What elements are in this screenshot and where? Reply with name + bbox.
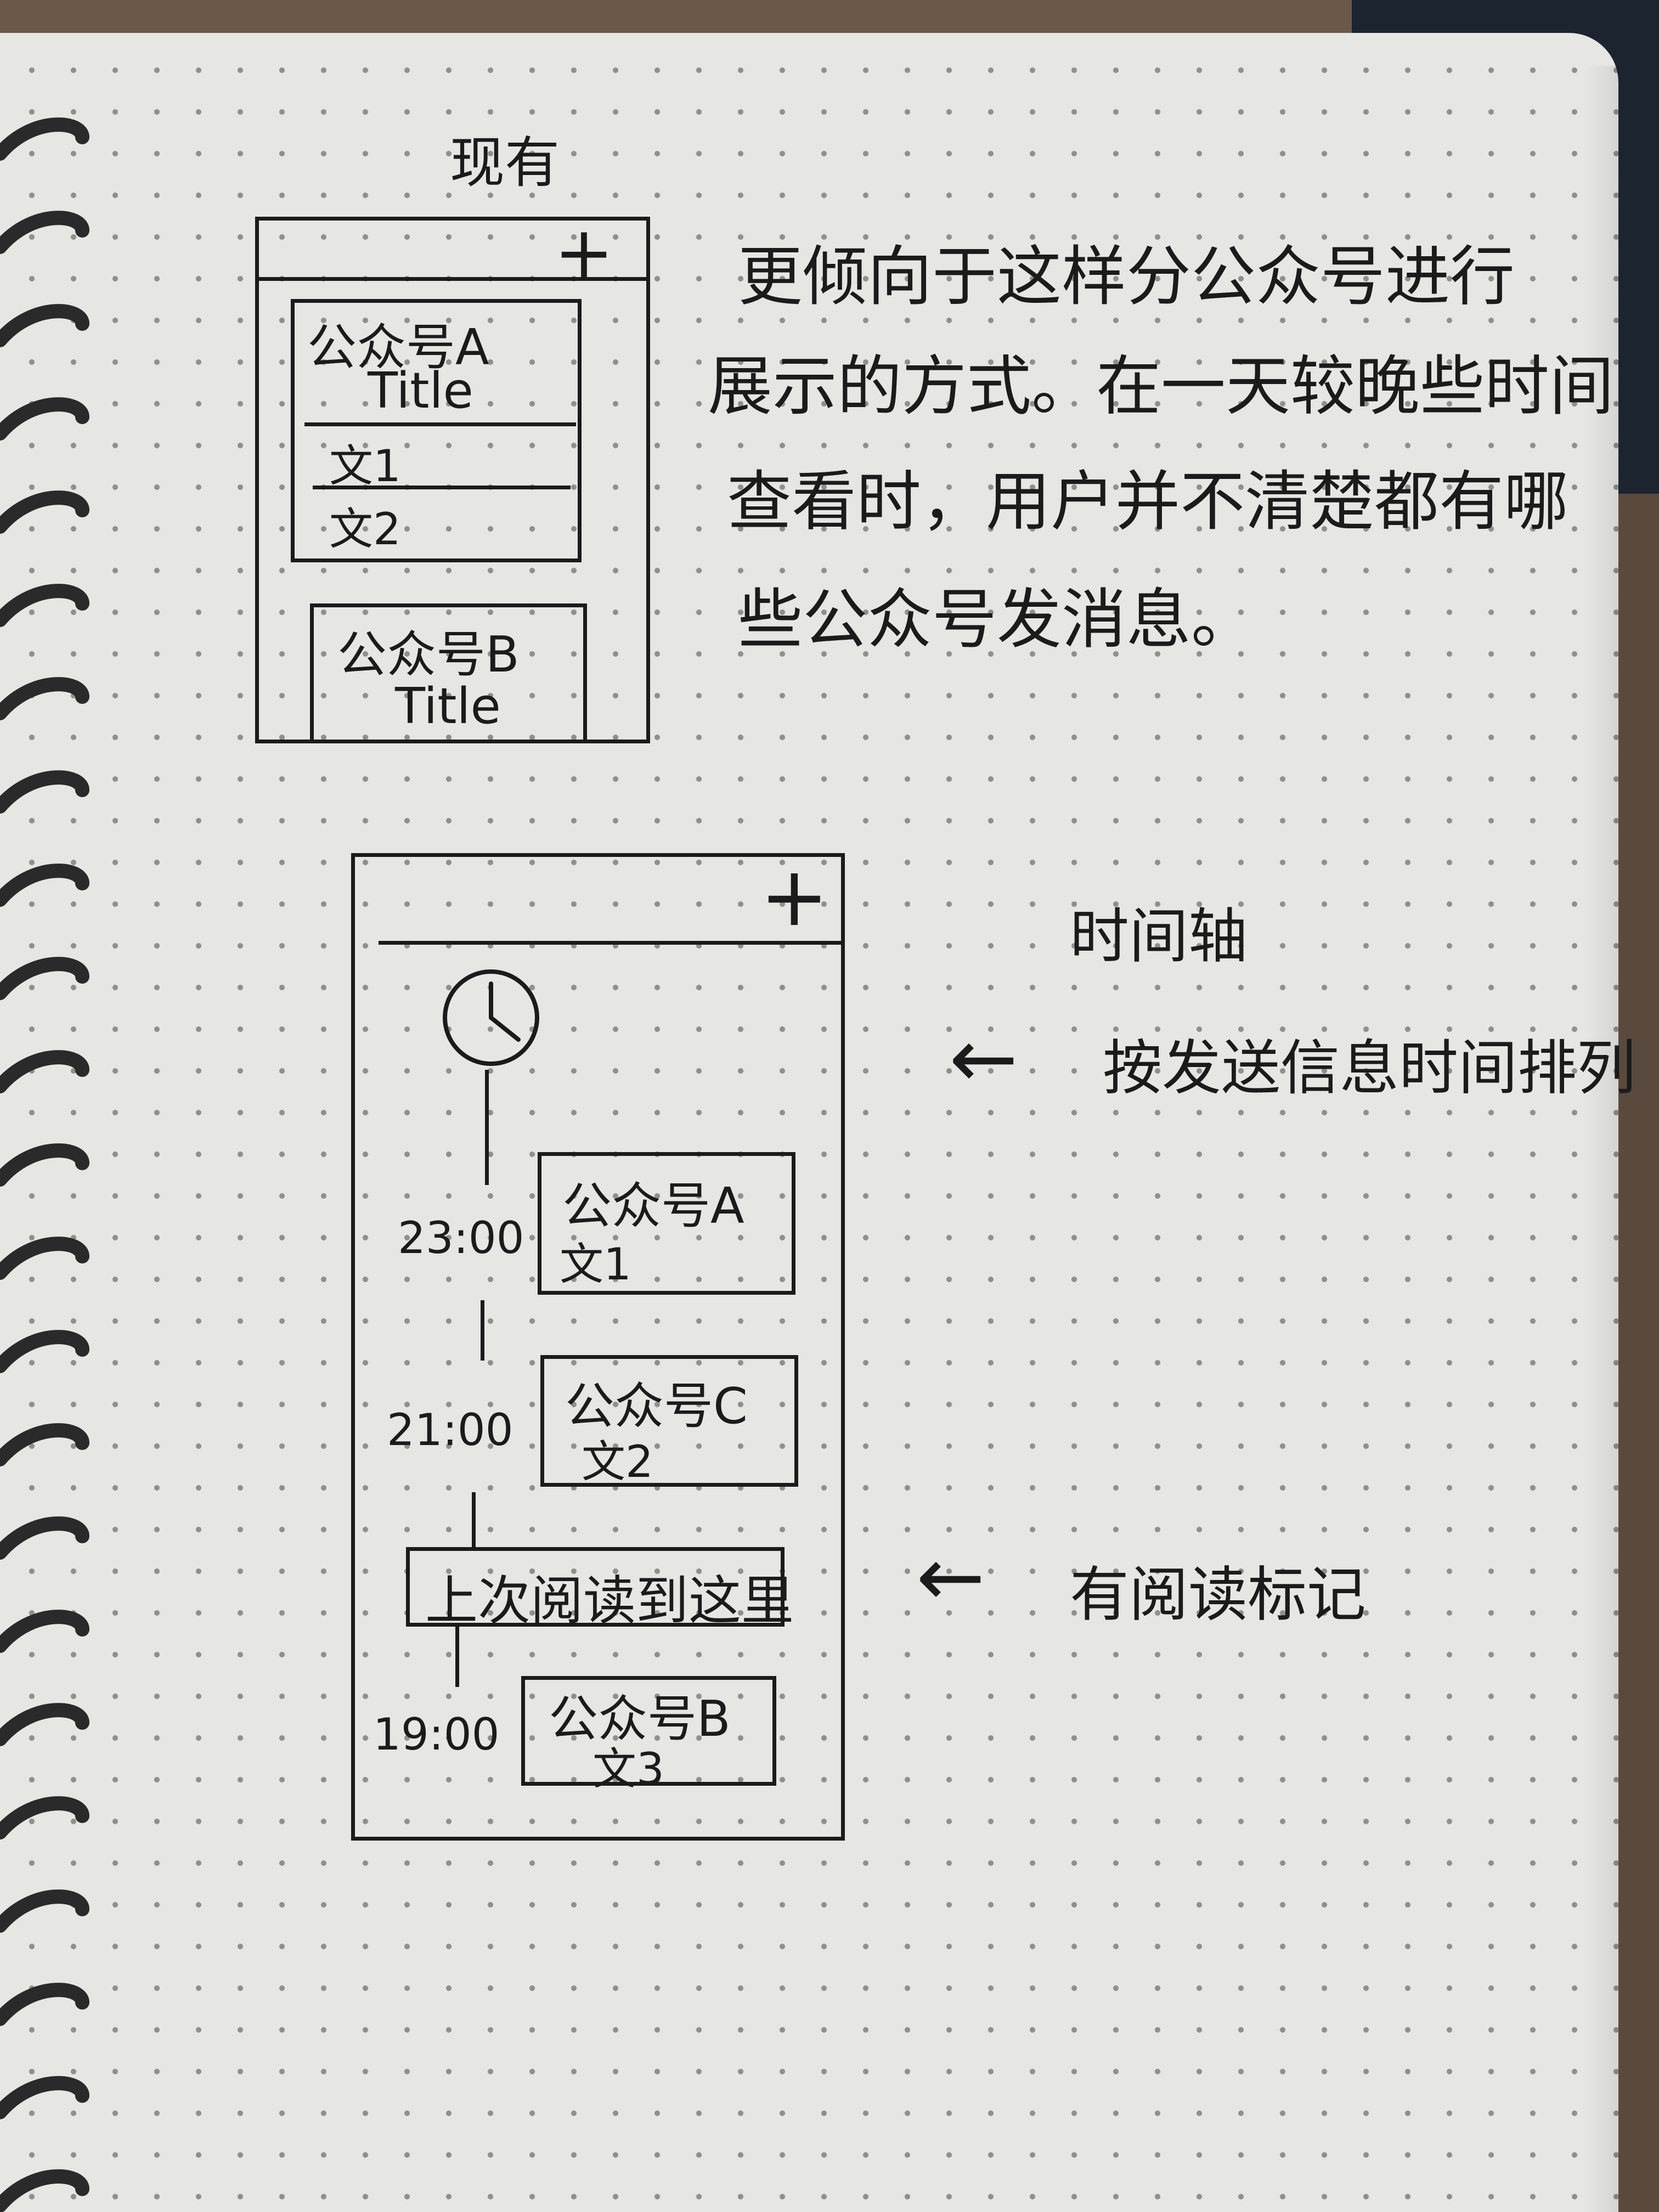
spiral-ring xyxy=(0,1703,89,1746)
description-line-2: 展示的方式。在一天较晚些时间 xyxy=(708,348,1615,424)
spiral-ring xyxy=(0,2169,89,2212)
annotation-arrow-1: ← xyxy=(949,1011,1018,1107)
spiral-ring xyxy=(0,211,89,254)
timeline-time-2: 21:00 xyxy=(387,1404,514,1455)
top-card-a-divider xyxy=(304,422,576,426)
description-line-1: 更倾向于这样分公众号进行 xyxy=(738,239,1515,314)
spiral-ring xyxy=(0,1237,89,1280)
timeline-axis-segment-2 xyxy=(481,1300,484,1361)
spiral-ring xyxy=(0,1796,89,1839)
spiral-ring xyxy=(0,1516,89,1560)
spiral-ring xyxy=(0,397,89,441)
spiral-ring xyxy=(0,677,89,720)
timeline-axis-segment-4 xyxy=(455,1627,459,1687)
spiral-ring xyxy=(0,304,89,347)
top-plus-icon: + xyxy=(554,211,614,294)
spiral-ring xyxy=(0,770,89,814)
top-card-a-item-2: 文2 xyxy=(329,504,401,555)
spiral-ring xyxy=(0,957,89,1000)
annotation-sort-note: 按发送信息时间排列 xyxy=(1103,1034,1637,1103)
annotation-timeline-label: 时间轴 xyxy=(1070,902,1248,971)
spiral-ring xyxy=(0,1889,89,1933)
timeline-axis-segment-3 xyxy=(472,1492,476,1547)
spiral-ring xyxy=(0,117,89,161)
top-card-a-item-1: 文1 xyxy=(329,441,401,492)
spiral-ring xyxy=(0,1983,89,2026)
description-line-3: 查看时，用户并不清楚都有哪 xyxy=(727,464,1569,539)
timeline-time-1: 23:00 xyxy=(398,1212,524,1263)
last-read-marker-label: 上次阅读到这里 xyxy=(425,1570,794,1632)
spiral-ring xyxy=(0,1610,89,1653)
spiral-ring xyxy=(0,864,89,907)
top-card-b-account: 公众号B xyxy=(337,626,520,684)
timeline-axis-segment-1 xyxy=(485,1070,489,1185)
annotation-arrow-2: ← xyxy=(916,1530,985,1625)
timeline-card-2-article: 文2 xyxy=(582,1436,653,1487)
top-card-b-title: Title xyxy=(395,678,501,735)
top-card-a-item-divider xyxy=(313,486,571,489)
spiral-ring xyxy=(0,490,89,534)
timeline-card-1-account: 公众号A xyxy=(562,1177,744,1235)
spiral-ring xyxy=(0,1330,89,1373)
spiral-ring xyxy=(0,1050,89,1093)
spiral-ring xyxy=(0,2076,89,2119)
timeline-card-1-article: 文1 xyxy=(560,1239,631,1290)
spiral-ring xyxy=(0,584,89,627)
spiral-ring xyxy=(0,1143,89,1187)
annotation-read-record-note: 有阅读标记 xyxy=(1070,1561,1367,1629)
timeline-card-3-article: 文3 xyxy=(592,1743,664,1795)
bottom-plus-icon: + xyxy=(760,849,829,945)
spiral-binding xyxy=(0,117,89,2212)
clock-icon xyxy=(443,969,539,1066)
description-line-4: 些公众号发消息。 xyxy=(738,582,1256,657)
top-sketch-heading: 现有 xyxy=(450,131,560,195)
timeline-time-3: 19:00 xyxy=(373,1709,500,1760)
spiral-ring xyxy=(0,1423,89,1466)
top-card-a-title: Title xyxy=(368,362,473,420)
